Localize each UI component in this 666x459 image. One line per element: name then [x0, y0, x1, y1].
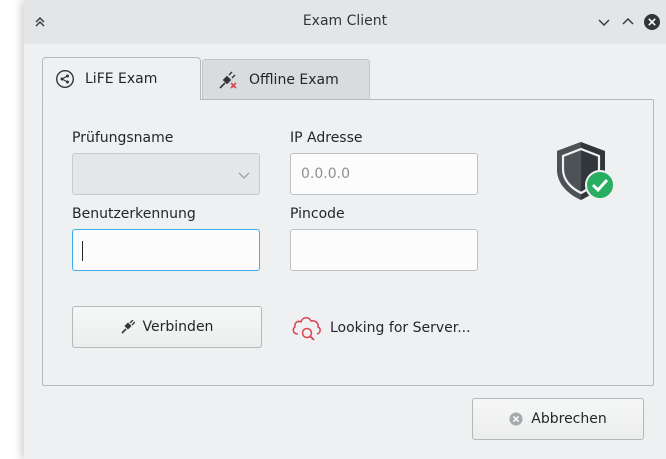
- status-text: Looking for Server...: [330, 320, 471, 336]
- window-title: Exam Client: [302, 13, 388, 29]
- username-input[interactable]: [73, 230, 259, 270]
- close-button[interactable]: [642, 12, 662, 32]
- username-label: Benutzerkennung: [72, 206, 196, 222]
- chevron-down-icon: [598, 19, 610, 26]
- tab-life-exam-label: LiFE Exam: [85, 71, 158, 87]
- connect-button-label: Verbinden: [142, 319, 214, 335]
- ip-address-label: IP Adresse: [290, 130, 363, 146]
- plug-icon: [120, 320, 135, 334]
- title-bar: Exam Client: [24, 0, 666, 44]
- cancel-button-label: Abbrechen: [531, 411, 607, 427]
- text-cursor: [82, 241, 83, 261]
- pincode-field[interactable]: [290, 229, 478, 271]
- disconnected-plug-icon: [219, 71, 237, 89]
- tab-life-exam[interactable]: LiFE Exam: [42, 57, 201, 100]
- app-window: Exam Client LiFE Exam Offline Exam Prüfu…: [24, 0, 666, 459]
- connect-button[interactable]: Verbinden: [72, 306, 262, 348]
- chevron-down-icon: [238, 172, 250, 179]
- shield-check-icon: [557, 142, 615, 200]
- tab-offline-exam-label: Offline Exam: [249, 71, 339, 88]
- pincode-label: Pincode: [290, 206, 345, 222]
- ip-address-input[interactable]: [291, 154, 477, 194]
- exam-name-combobox[interactable]: [72, 153, 260, 195]
- tab-offline-exam[interactable]: Offline Exam: [202, 59, 370, 99]
- share-circle-icon: [55, 69, 75, 89]
- username-field[interactable]: [72, 229, 260, 271]
- close-icon: [644, 14, 660, 30]
- cancel-button[interactable]: Abbrechen: [472, 398, 644, 440]
- connection-status: Looking for Server...: [290, 312, 471, 344]
- ip-address-field[interactable]: [290, 153, 478, 195]
- cancel-circle-icon: [509, 412, 523, 426]
- minimize-button[interactable]: [594, 12, 614, 32]
- cloud-search-icon: [292, 317, 321, 341]
- chevron-up-icon: [622, 18, 634, 25]
- pincode-input[interactable]: [291, 230, 477, 270]
- exam-name-label: Prüfungsname: [72, 130, 174, 146]
- maximize-button[interactable]: [618, 12, 638, 32]
